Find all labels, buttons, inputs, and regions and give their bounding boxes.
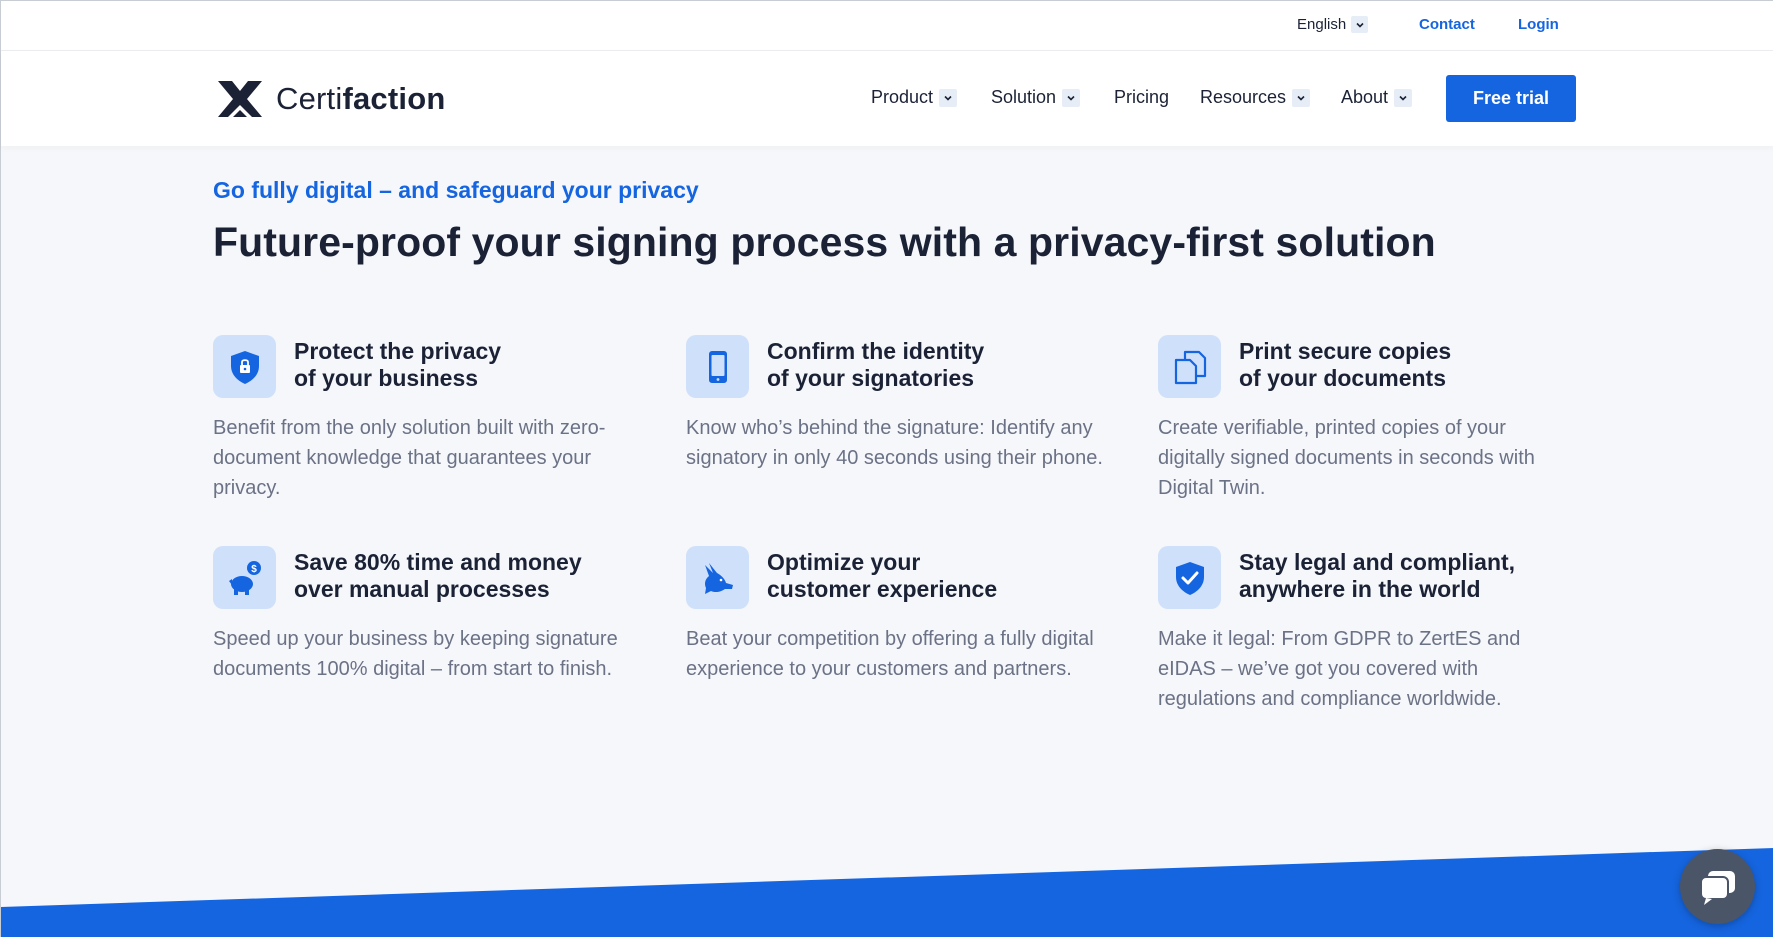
smartphone-icon <box>686 335 749 398</box>
login-link[interactable]: Login <box>1518 16 1559 33</box>
brand-name: Certifaction <box>276 81 446 116</box>
nav-product[interactable]: Product <box>871 87 958 108</box>
nav-product-label: Product <box>871 87 934 107</box>
feature-description: Create verifiable, printed copies of you… <box>1158 417 1535 499</box>
blue-decorative-band <box>1 848 1773 937</box>
rabbit-icon <box>686 546 749 609</box>
feature-description: Beat your competition by offering a full… <box>686 628 1094 680</box>
nav-solution[interactable]: Solution <box>991 87 1081 108</box>
feature-title: Confirm the identity of your signatories <box>767 338 985 391</box>
feature-description: Know who’s behind the signature: Identif… <box>686 417 1103 469</box>
chat-bubble-icon <box>1699 870 1735 905</box>
nav-about[interactable]: About <box>1341 87 1413 108</box>
utility-bar: English Contact Login <box>1 0 1773 51</box>
chevron-down-icon <box>1351 16 1369 33</box>
shield-lock-icon <box>213 335 276 398</box>
nav-solution-label: Solution <box>991 87 1057 107</box>
piggy-bank-icon: $ <box>213 546 276 609</box>
nav-pricing[interactable]: Pricing <box>1114 87 1169 108</box>
nav-resources-label: Resources <box>1200 87 1287 107</box>
language-selector[interactable]: English <box>1297 16 1369 33</box>
feature-title: Protect the privacy of your business <box>294 338 502 391</box>
brand-logo[interactable]: Certifaction <box>216 79 445 119</box>
feature-title: Print secure copies of your documents <box>1239 338 1452 391</box>
nav-about-label: About <box>1341 87 1389 107</box>
hero-eyebrow: Go fully digital – and safeguard your pr… <box>213 177 699 203</box>
svg-text:$: $ <box>251 564 257 575</box>
free-trial-button[interactable]: Free trial <box>1446 75 1576 122</box>
contact-link[interactable]: Contact <box>1419 16 1475 33</box>
feature-title: Stay legal and compliant, anywhere in the… <box>1239 549 1516 602</box>
feature-title: Save 80% time and money over manual proce… <box>294 549 582 602</box>
language-label: English <box>1297 16 1347 33</box>
chevron-down-icon <box>939 88 958 107</box>
chevron-down-icon <box>1292 88 1311 107</box>
nav-pricing-label: Pricing <box>1114 87 1170 107</box>
feature-description: Benefit from the only solution built wit… <box>213 417 606 499</box>
hero-headline: Future-proof your signing process with a… <box>213 219 1436 265</box>
nav-resources[interactable]: Resources <box>1200 87 1311 108</box>
feature-description: Speed up your business by keeping signat… <box>213 628 618 680</box>
feature-description: Make it legal: From GDPR to ZertES and e… <box>1158 628 1521 710</box>
copy-documents-icon <box>1158 335 1221 398</box>
chevron-down-icon <box>1394 88 1413 107</box>
shield-check-icon <box>1158 546 1221 609</box>
chevron-down-icon <box>1062 88 1081 107</box>
main-navbar: Certifaction Product Solution Pricing Re… <box>1 51 1773 146</box>
certifaction-logo-icon <box>218 81 262 117</box>
chat-widget-button[interactable] <box>1680 849 1755 924</box>
feature-title: Optimize your customer experience <box>767 549 998 602</box>
